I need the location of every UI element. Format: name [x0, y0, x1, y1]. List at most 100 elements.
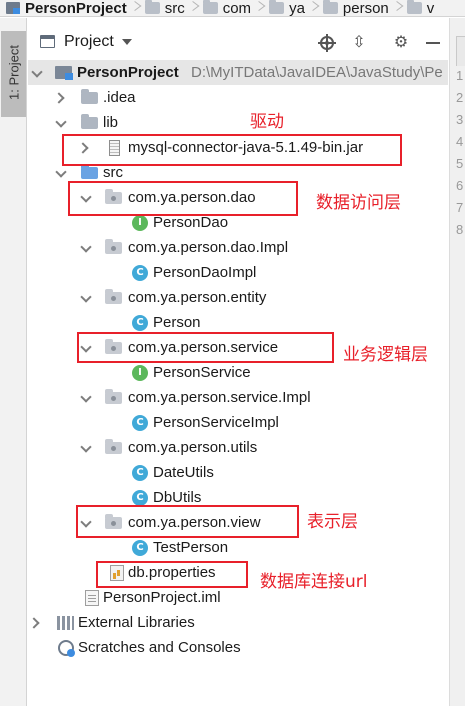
breadcrumb-label: PersonProject [25, 0, 127, 17]
tree-node-scratches[interactable]: Scratches and Consoles [28, 635, 448, 660]
tree-node-label: com.ya.person.entity [128, 289, 267, 306]
annotation-label-dao: 数据访问层 [316, 193, 401, 213]
project-tab-label: 1: Project [6, 45, 22, 100]
project-tool-window-tab[interactable]: 1: Project [1, 31, 26, 117]
chevron-down-icon[interactable] [81, 244, 91, 254]
tree-node-label: lib [103, 114, 119, 131]
breadcrumb-separator [393, 0, 401, 16]
tree-node-package-dao-impl[interactable]: com.ya.person.dao.Impl [28, 235, 448, 260]
editor-gutter: 1 2 3 4 5 6 7 8 [449, 18, 465, 706]
class-icon: C [132, 490, 148, 506]
breadcrumb-item-com[interactable]: com [197, 0, 255, 17]
tree-node-label: Scratches and Consoles [78, 639, 241, 656]
editor-tab-stub[interactable] [456, 36, 465, 66]
line-number: 7 [456, 200, 464, 215]
package-icon [269, 0, 285, 14]
breadcrumb-separator [131, 0, 139, 16]
tree-node-external-libraries[interactable]: External Libraries [28, 610, 448, 635]
line-number: 3 [456, 112, 464, 127]
annotation-box-view [76, 505, 299, 538]
breadcrumb-item-ya[interactable]: ya [263, 0, 309, 17]
tree-node-label: PersonDaoImpl [153, 264, 257, 281]
class-icon: C [132, 465, 148, 481]
iml-file-icon [85, 590, 99, 606]
folder-icon [81, 89, 98, 104]
tree-node-label: DateUtils [153, 464, 214, 481]
line-number: 2 [456, 90, 464, 105]
breadcrumb-item-src[interactable]: src [139, 0, 189, 17]
breadcrumb-label: v [426, 0, 435, 17]
tree-node-idea[interactable]: .idea [28, 85, 448, 110]
breadcrumb-item-view[interactable]: v [401, 0, 439, 17]
tree-node-lib[interactable]: lib [28, 110, 448, 135]
breadcrumb-item-project[interactable]: PersonProject [0, 0, 131, 17]
annotation-box-dao [68, 181, 298, 216]
package-icon [105, 239, 122, 254]
tree-node-package-service-impl[interactable]: com.ya.person.service.Impl [28, 385, 448, 410]
tree-node-label: PersonServiceImpl [153, 414, 279, 431]
breadcrumb-separator [189, 0, 197, 16]
annotation-box-driver [62, 134, 402, 166]
tree-node-package-utils[interactable]: com.ya.person.utils [28, 435, 448, 460]
package-icon [406, 0, 422, 14]
line-number: 8 [456, 222, 464, 237]
breadcrumb-item-person[interactable]: person [317, 0, 393, 16]
package-icon [105, 389, 122, 404]
chevron-down-icon[interactable] [81, 394, 91, 404]
chevron-down-icon[interactable] [56, 169, 66, 179]
breadcrumb-label: com [222, 0, 252, 17]
tree-node-label: com.ya.person.dao.Impl [128, 239, 289, 256]
tree-node-label: src [103, 164, 123, 181]
annotation-label-driver: 驱动 [250, 112, 284, 132]
gear-icon[interactable]: ⚙ [392, 34, 410, 52]
collapse-all-icon[interactable]: ⇳ [350, 34, 368, 52]
tree-node-label: DbUtils [153, 489, 202, 506]
annotation-box-db-properties [96, 561, 248, 588]
class-icon: C [132, 540, 148, 556]
breadcrumb-label: src [164, 0, 185, 17]
locate-target-icon[interactable] [318, 34, 336, 52]
breadcrumb-separator [309, 0, 317, 16]
chevron-down-icon[interactable] [32, 69, 42, 79]
tree-node-label: PersonProject.iml [103, 589, 221, 606]
package-icon [202, 0, 218, 14]
project-panel-header: Project ⇳ ⚙ [28, 18, 448, 66]
chevron-down-icon[interactable] [121, 38, 132, 45]
tree-node-label: com.ya.person.service.Impl [128, 389, 311, 406]
tree-node-label: TestPerson [153, 539, 229, 556]
minimize-icon[interactable] [424, 34, 442, 52]
tree-node-dateutils[interactable]: C DateUtils [28, 460, 448, 485]
tree-node-project-root[interactable]: PersonProject D:\MyITData\JavaIDEA\JavaS… [28, 60, 448, 85]
folder-icon [144, 0, 160, 14]
chevron-right-icon[interactable] [30, 618, 40, 628]
tree-node-iml[interactable]: PersonProject.iml [28, 585, 448, 610]
class-icon: C [132, 415, 148, 431]
package-icon [105, 289, 122, 304]
tree-node-label: Person [153, 314, 201, 331]
tree-node-package-entity[interactable]: com.ya.person.entity [28, 285, 448, 310]
folder-icon [81, 114, 98, 129]
left-tool-window-strip: 1: Project [0, 18, 27, 706]
annotation-box-service [77, 332, 334, 363]
package-icon [322, 0, 338, 14]
line-number: 5 [456, 156, 464, 171]
class-icon: C [132, 265, 148, 281]
chevron-down-icon[interactable] [56, 119, 66, 129]
tree-node-label: External Libraries [78, 614, 195, 631]
class-icon: C [132, 315, 148, 331]
tree-node-label: PersonProject [77, 64, 179, 81]
line-number: 4 [456, 134, 464, 149]
chevron-down-icon[interactable] [81, 444, 91, 454]
tree-node-personserviceimpl[interactable]: C PersonServiceImpl [28, 410, 448, 435]
chevron-right-icon[interactable] [55, 93, 65, 103]
tree-node-label: .idea [103, 89, 136, 106]
chevron-down-icon[interactable] [81, 294, 91, 304]
tree-node-testperson[interactable]: C TestPerson [28, 535, 448, 560]
tree-node-label: PersonDao [153, 214, 229, 231]
breadcrumb-label: ya [289, 0, 305, 17]
interface-icon: I [132, 365, 148, 381]
tree-node-persondaoimpl[interactable]: C PersonDaoImpl [28, 260, 448, 285]
interface-icon: I [132, 215, 148, 231]
source-folder-icon [81, 164, 98, 179]
project-view-title[interactable]: Project [64, 33, 114, 51]
